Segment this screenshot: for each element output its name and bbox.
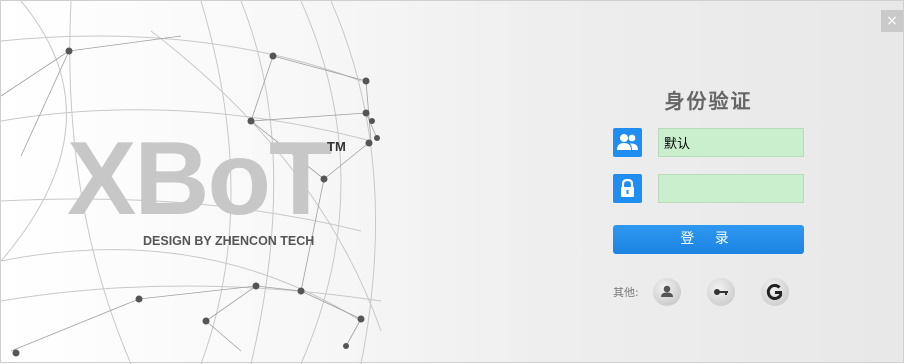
close-button[interactable]: × [881, 10, 903, 32]
brand-logo: XBoT [67, 121, 333, 237]
alt-login-key-button[interactable] [707, 278, 735, 306]
user-avatar-icon [661, 285, 673, 297]
login-button[interactable]: 登 录 [613, 225, 804, 254]
username-field[interactable] [658, 128, 804, 157]
other-login-label: 其他: [613, 286, 639, 299]
password-field[interactable] [658, 174, 804, 203]
lock-icon [613, 174, 642, 203]
user-group-icon [613, 128, 642, 157]
key-icon [714, 289, 728, 295]
login-window: × XBoT TM DESIGN BY ZHENCON TECH 身份验证 登 … [0, 0, 904, 364]
alt-login-power-button[interactable] [761, 278, 789, 306]
power-icon [766, 284, 783, 300]
login-title: 身份验证 [664, 89, 753, 113]
brand-tagline: DESIGN BY ZHENCON TECH [143, 234, 315, 248]
trademark-mark: TM [327, 139, 346, 154]
alt-login-user-button[interactable] [653, 278, 681, 306]
